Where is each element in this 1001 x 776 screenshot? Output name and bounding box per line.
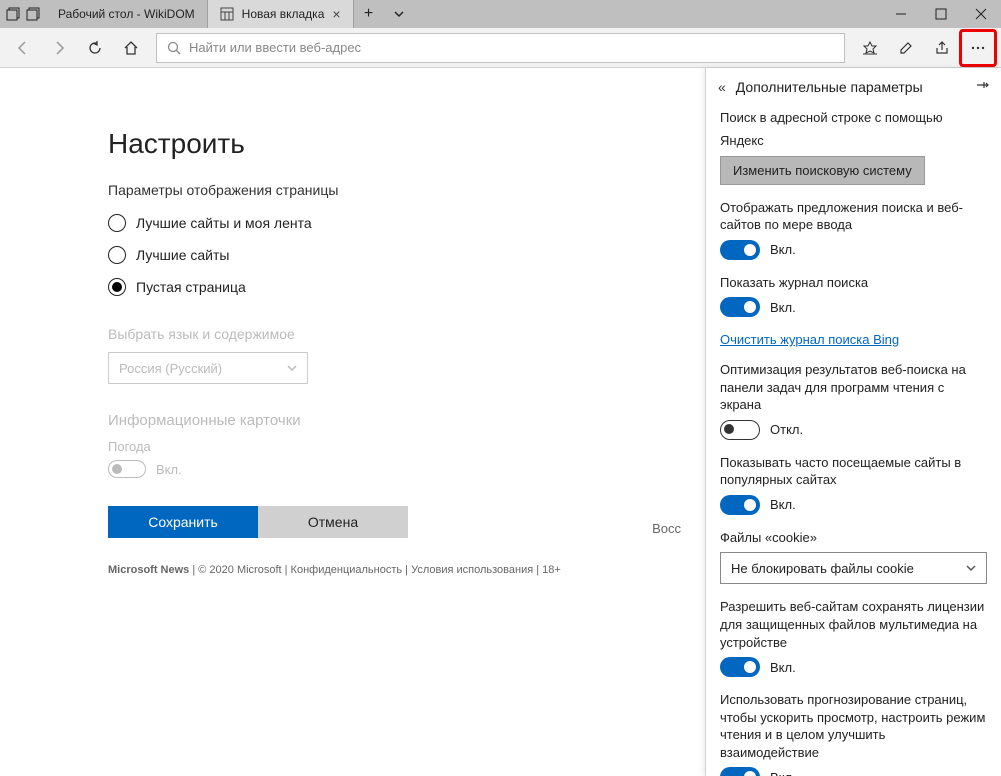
licenses-toggle-row: Вкл. bbox=[720, 657, 987, 677]
panel-header: « Дополнительные параметры bbox=[706, 68, 1001, 105]
suggestions-toggle-row: Вкл. bbox=[720, 240, 987, 260]
minimize-button[interactable] bbox=[881, 0, 921, 28]
tab-label: Новая вкладка bbox=[242, 7, 325, 21]
weather-toggle bbox=[108, 460, 146, 478]
window-left-controls bbox=[0, 0, 46, 28]
tab-strip: Рабочий стол - WikiDOM Новая вкладка × bbox=[46, 0, 354, 28]
panel-title: Дополнительные параметры bbox=[736, 79, 965, 95]
more-button[interactable] bbox=[961, 31, 995, 65]
notes-button[interactable] bbox=[889, 31, 923, 65]
language-select: Россия (Русский) bbox=[108, 352, 308, 384]
maximize-button[interactable] bbox=[921, 0, 961, 28]
toolbar bbox=[0, 28, 1001, 68]
window-controls bbox=[881, 0, 1001, 28]
cookies-select[interactable]: Не блокировать файлы cookie bbox=[720, 552, 987, 584]
home-button[interactable] bbox=[114, 31, 148, 65]
history-toggle-row: Вкл. bbox=[720, 297, 987, 317]
change-engine-button[interactable]: Изменить поисковую систему bbox=[720, 156, 925, 185]
optimize-label: Оптимизация результатов веб-поиска на па… bbox=[720, 361, 987, 414]
pin-icon[interactable] bbox=[975, 78, 989, 95]
history-label: Показать журнал поиска bbox=[720, 274, 987, 292]
tab-wikidom[interactable]: Рабочий стол - WikiDOM bbox=[46, 0, 208, 28]
search-icon bbox=[167, 41, 181, 55]
globe-icon bbox=[220, 7, 234, 21]
new-tab-button[interactable]: + bbox=[354, 0, 384, 28]
back-button[interactable] bbox=[6, 31, 40, 65]
forward-button[interactable] bbox=[42, 31, 76, 65]
search-engine-value: Яндекс bbox=[720, 133, 987, 148]
tab-overflow-icon[interactable] bbox=[384, 0, 414, 28]
title-bar: Рабочий стол - WikiDOM Новая вкладка × + bbox=[0, 0, 1001, 28]
panel-body: Поиск в адресной строке с помощью Яндекс… bbox=[706, 105, 1001, 776]
share-button[interactable] bbox=[925, 31, 959, 65]
address-input[interactable] bbox=[189, 40, 834, 55]
licenses-toggle[interactable] bbox=[720, 657, 760, 677]
save-button[interactable]: Сохранить bbox=[108, 506, 258, 538]
restore-hint: Восс bbox=[652, 521, 681, 536]
overlapping-windows-icon[interactable] bbox=[6, 7, 20, 21]
predict-toggle[interactable] bbox=[720, 767, 760, 776]
suggestions-label: Отображать предложения поиска и веб-сайт… bbox=[720, 199, 987, 234]
cancel-button[interactable]: Отмена bbox=[258, 506, 408, 538]
search-with-label: Поиск в адресной строке с помощью bbox=[720, 109, 987, 127]
clear-bing-link[interactable]: Очистить журнал поиска Bing bbox=[720, 332, 899, 347]
frequent-label: Показывать часто посещаемые сайты в попу… bbox=[720, 454, 987, 489]
close-window-button[interactable] bbox=[961, 0, 1001, 28]
tab-label: Рабочий стол - WikiDOM bbox=[58, 7, 195, 21]
close-tab-icon[interactable]: × bbox=[332, 6, 340, 22]
frequent-toggle[interactable] bbox=[720, 495, 760, 515]
favorites-button[interactable] bbox=[853, 31, 887, 65]
predict-label: Использовать прогнозирование страниц, чт… bbox=[720, 691, 987, 761]
frequent-toggle-row: Вкл. bbox=[720, 495, 987, 515]
panel-back-icon[interactable]: « bbox=[718, 79, 726, 95]
tab-new[interactable]: Новая вкладка × bbox=[208, 0, 354, 28]
history-toggle[interactable] bbox=[720, 297, 760, 317]
optimize-toggle-row: Откл. bbox=[720, 420, 987, 440]
cookies-label: Файлы «cookie» bbox=[720, 529, 987, 547]
settings-panel: « Дополнительные параметры Поиск в адрес… bbox=[705, 68, 1001, 776]
licenses-label: Разрешить веб-сайтам сохранять лицензии … bbox=[720, 598, 987, 651]
optimize-toggle[interactable] bbox=[720, 420, 760, 440]
refresh-button[interactable] bbox=[78, 31, 112, 65]
address-bar[interactable] bbox=[156, 33, 845, 63]
chevron-down-icon bbox=[966, 563, 976, 573]
overlapping-windows-icon-2[interactable] bbox=[26, 7, 40, 21]
chevron-down-icon bbox=[287, 363, 297, 373]
suggestions-toggle[interactable] bbox=[720, 240, 760, 260]
predict-toggle-row: Вкл. bbox=[720, 767, 987, 776]
